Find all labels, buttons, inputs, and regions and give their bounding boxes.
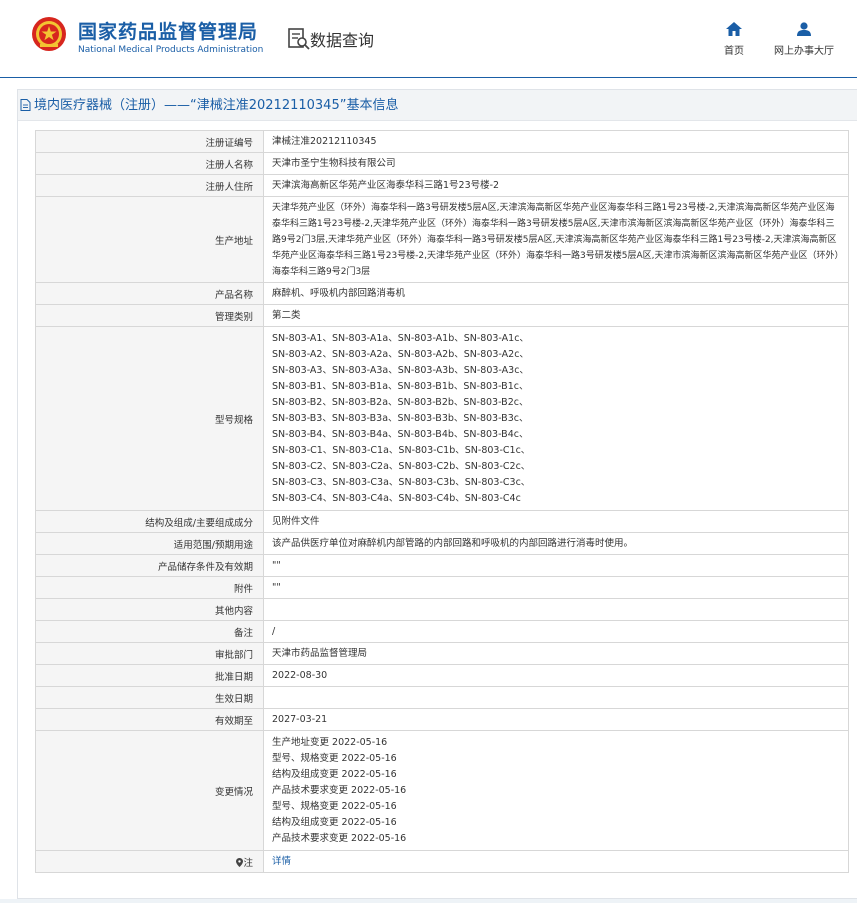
approval-date-value: 2022-08-30	[263, 664, 849, 687]
remark-value: /	[263, 620, 849, 643]
table-row: 注 详情	[35, 850, 849, 873]
site-brand-title[interactable]: 国家药品监督管理局	[78, 17, 258, 44]
panel-title: 境内医疗器械（注册）——“津械注准20212110345”基本信息	[34, 98, 399, 113]
scope-value: 该产品供医疗单位对麻醉机内部管路的内部回路和呼吸机的内部回路进行消毒时使用。	[263, 532, 849, 555]
model-line: SN-803-C2、SN-803-C2a、SN-803-C2b、SN-803-C…	[272, 460, 531, 472]
nav-online-hall-link[interactable]: 网上办事大厅	[768, 22, 840, 57]
other-value	[263, 598, 849, 621]
nav-home-link[interactable]: 首页	[716, 22, 752, 57]
field-label: 变更情况	[35, 730, 264, 851]
change-line: 生产地址变更 2022-05-16	[272, 736, 388, 748]
approval-dept-value: 天津市药品监督管理局	[263, 642, 849, 665]
field-label: 其他内容	[35, 598, 264, 621]
details-link[interactable]: 详情	[272, 856, 291, 867]
field-label: 审批部门	[35, 642, 264, 665]
user-icon	[797, 22, 811, 36]
change-line: 产品技术要求变更 2022-05-16	[272, 832, 407, 844]
model-line: SN-803-A3、SN-803-A3a、SN-803-A3b、SN-803-A…	[272, 364, 529, 376]
table-row: 注册证编号 津械注准20212110345	[35, 130, 849, 153]
field-label: 注册人住所	[35, 174, 264, 197]
table-row: 产品名称 麻醉机、呼吸机内部回路消毒机	[35, 282, 849, 305]
table-row: 批准日期 2022-08-30	[35, 664, 849, 687]
home-icon	[726, 22, 742, 36]
model-line: SN-803-C4、SN-803-C4a、SN-803-C4b、SN-803-C…	[272, 492, 521, 504]
field-label: 有效期至	[35, 708, 264, 731]
reg-no-value: 津械注准20212110345	[263, 130, 849, 153]
model-line: SN-803-A2、SN-803-A2a、SN-803-A2b、SN-803-A…	[272, 348, 529, 360]
table-row: 生效日期	[35, 686, 849, 709]
storage-value: ""	[263, 554, 849, 577]
model-line: SN-803-B1、SN-803-B1a、SN-803-B1b、SN-803-B…	[272, 380, 529, 392]
registrant-address-value: 天津滨海高新区华苑产业区海泰华科三路1号23号楼-2	[263, 174, 849, 197]
nav-online-hall-label: 网上办事大厅	[774, 46, 834, 57]
field-label: 生效日期	[35, 686, 264, 709]
table-row: 生产地址 天津华苑产业区（环外）海泰华科一路3号研发楼5层A区,天津滨海高新区华…	[35, 196, 849, 283]
note-label-cell: 注	[35, 850, 264, 873]
field-label: 注册人名称	[35, 152, 264, 175]
table-row: 变更情况 生产地址变更 2022-05-16 型号、规格变更 2022-05-1…	[35, 730, 849, 851]
valid-until-value: 2027-03-21	[263, 708, 849, 731]
structure-value: 见附件文件	[263, 510, 849, 533]
models-value: SN-803-A1、SN-803-A1a、SN-803-A1b、SN-803-A…	[263, 326, 849, 511]
category-value: 第二类	[263, 304, 849, 327]
field-label: 批准日期	[35, 664, 264, 687]
national-emblem-icon	[32, 17, 66, 51]
table-row: 附件 ""	[35, 576, 849, 599]
note-value: 详情	[263, 850, 849, 873]
change-line: 产品技术要求变更 2022-05-16	[272, 784, 407, 796]
data-query-label: 数据查询	[310, 31, 375, 50]
table-row: 有效期至 2027-03-21	[35, 708, 849, 731]
device-info-table: 注册证编号 津械注准20212110345 注册人名称 天津市圣宁生物科技有限公…	[35, 130, 849, 873]
field-label: 注册证编号	[35, 130, 264, 153]
field-label: 适用范围/预期用途	[35, 532, 264, 555]
field-label: 生产地址	[35, 196, 264, 283]
field-label: 管理类别	[35, 304, 264, 327]
table-row: 管理类别 第二类	[35, 304, 849, 327]
site-header: 国家药品监督管理局 National Medical Products Admi…	[0, 0, 857, 78]
table-row: 注册人名称 天津市圣宁生物科技有限公司	[35, 152, 849, 175]
table-row: 审批部门 天津市药品监督管理局	[35, 642, 849, 665]
model-line: SN-803-B2、SN-803-B2a、SN-803-B2b、SN-803-B…	[272, 396, 529, 408]
table-row: 其他内容	[35, 598, 849, 621]
field-label: 附件	[35, 576, 264, 599]
changes-value: 生产地址变更 2022-05-16 型号、规格变更 2022-05-16 结构及…	[263, 730, 849, 851]
table-row: 结构及组成/主要组成成分 见附件文件	[35, 510, 849, 533]
table-row: 适用范围/预期用途 该产品供医疗单位对麻醉机内部管路的内部回路和呼吸机的内部回路…	[35, 532, 849, 555]
registrant-value: 天津市圣宁生物科技有限公司	[263, 152, 849, 175]
product-name-value: 麻醉机、呼吸机内部回路消毒机	[263, 282, 849, 305]
effective-date-value	[263, 686, 849, 709]
field-label: 产品储存条件及有效期	[35, 554, 264, 577]
change-line: 结构及组成变更 2022-05-16	[272, 768, 397, 780]
change-line: 结构及组成变更 2022-05-16	[272, 816, 397, 828]
field-label: 产品名称	[35, 282, 264, 305]
field-label: 结构及组成/主要组成成分	[35, 510, 264, 533]
panel-title-bar: 境内医疗器械（注册）——“津械注准20212110345”基本信息	[18, 90, 857, 121]
field-label: 型号规格	[35, 326, 264, 511]
model-line: SN-803-B4、SN-803-B4a、SN-803-B4b、SN-803-B…	[272, 428, 529, 440]
model-line: SN-803-C1、SN-803-C1a、SN-803-C1b、SN-803-C…	[272, 444, 531, 456]
table-row: 备注 /	[35, 620, 849, 643]
production-address-value: 天津华苑产业区（环外）海泰华科一路3号研发楼5层A区,天津滨海高新区华苑产业区海…	[263, 196, 849, 283]
model-line: SN-803-A1、SN-803-A1a、SN-803-A1b、SN-803-A…	[272, 332, 529, 344]
note-label: 注	[243, 857, 253, 869]
model-line: SN-803-B3、SN-803-B3a、SN-803-B3b、SN-803-B…	[272, 412, 529, 424]
document-icon	[20, 99, 31, 111]
site-brand-subtitle: National Medical Products Administration	[78, 45, 264, 55]
detail-panel: 境内医疗器械（注册）——“津械注准20212110345”基本信息 注册证编号 …	[17, 89, 857, 899]
table-row: 注册人住所 天津滨海高新区华苑产业区海泰华科三路1号23号楼-2	[35, 174, 849, 197]
change-line: 型号、规格变更 2022-05-16	[272, 752, 397, 764]
table-row: 产品储存条件及有效期 ""	[35, 554, 849, 577]
nav-home-label: 首页	[724, 46, 744, 57]
change-line: 型号、规格变更 2022-05-16	[272, 800, 397, 812]
model-line: SN-803-C3、SN-803-C3a、SN-803-C3b、SN-803-C…	[272, 476, 531, 488]
attachment-value: ""	[263, 576, 849, 599]
page-bottom-strip	[0, 899, 857, 903]
data-query-icon	[288, 28, 310, 50]
field-label: 备注	[35, 620, 264, 643]
table-row: 型号规格 SN-803-A1、SN-803-A1a、SN-803-A1b、SN-…	[35, 326, 849, 511]
